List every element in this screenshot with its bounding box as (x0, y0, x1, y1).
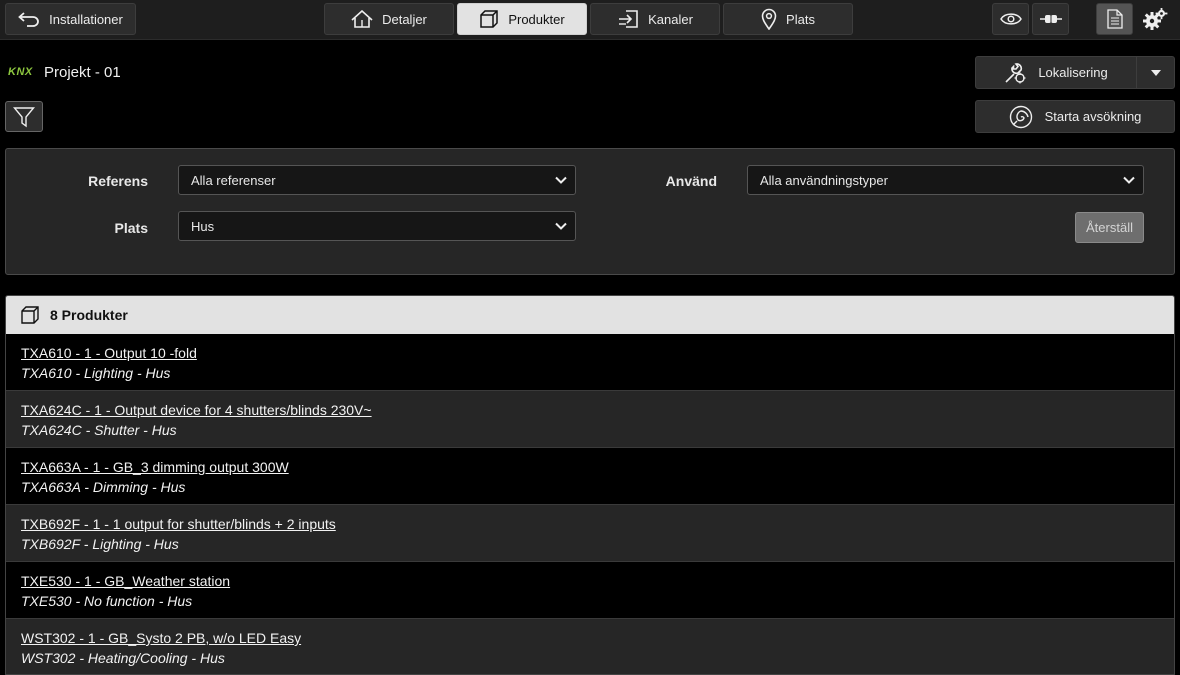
localize-label: Lokalisering (1038, 65, 1108, 80)
reference-select[interactable]: Alla referenser (178, 165, 576, 195)
eye-icon (999, 12, 1022, 26)
report-button[interactable] (1096, 3, 1133, 35)
product-list: 8 Produkter TXA610 - 1 - Output 10 -fold… (5, 295, 1175, 675)
reference-filter-label: Referens (88, 173, 148, 189)
tab-details-label: Detaljer (382, 11, 427, 27)
back-to-installations-button[interactable]: Installationer (5, 3, 136, 35)
product-title-link[interactable]: TXB692F - 1 - 1 output for shutter/blind… (21, 516, 1174, 532)
cable-plug-icon (1039, 12, 1063, 26)
product-subtitle: TXB692F - Lighting - Hus (21, 536, 179, 552)
product-subtitle: WST302 - Heating/Cooling - Hus (21, 650, 225, 666)
scan-spiral-icon (1009, 105, 1033, 129)
product-subtitle: TXA610 - Lighting - Hus (21, 365, 171, 381)
list-item[interactable]: TXE530 - 1 - GB_Weather station TXE530 -… (6, 562, 1174, 619)
localize-dropdown-button[interactable] (1136, 56, 1175, 89)
chevron-down-icon (554, 173, 568, 190)
wrench-locate-icon (1004, 62, 1026, 84)
tab-products[interactable]: Produkter (457, 3, 587, 35)
product-title-link[interactable]: TXA663A - 1 - GB_3 dimming output 300W (21, 459, 1174, 475)
product-title-link[interactable]: TXA624C - 1 - Output device for 4 shutte… (21, 402, 1174, 418)
product-subtitle: TXE530 - No function - Hus (21, 593, 193, 609)
filter-toggle-button[interactable] (5, 101, 43, 132)
list-item[interactable]: WST302 - 1 - GB_Systo 2 PB, w/o LED Easy… (6, 619, 1174, 674)
start-scan-label: Starta avsökning (1044, 109, 1142, 124)
channel-enter-icon (617, 9, 639, 29)
filter-panel: Referens Alla referenser Använd Alla anv… (5, 148, 1175, 275)
tab-location[interactable]: Plats (723, 3, 853, 35)
list-item[interactable]: TXA610 - 1 - Output 10 -fold TXA610 - Li… (6, 334, 1174, 391)
box-icon (479, 9, 499, 29)
list-item[interactable]: TXA663A - 1 - GB_3 dimming output 300W T… (6, 448, 1174, 505)
start-scan-button[interactable]: Starta avsökning (975, 100, 1175, 133)
reference-select-value: Alla referenser (191, 172, 276, 188)
use-filter-label: Använd (665, 173, 717, 189)
back-arrow-icon (18, 11, 40, 27)
product-title-link[interactable]: WST302 - 1 - GB_Systo 2 PB, w/o LED Easy (21, 630, 1174, 646)
location-pin-icon (761, 8, 777, 30)
settings-button[interactable] (1136, 3, 1173, 35)
project-name: Projekt - 01 (44, 64, 121, 81)
tab-details[interactable]: Detaljer (324, 3, 454, 35)
product-title-link[interactable]: TXA610 - 1 - Output 10 -fold (21, 345, 1174, 361)
localize-button[interactable]: Lokalisering (975, 56, 1137, 89)
knx-logo: KNX (8, 66, 33, 78)
product-subtitle: TXA624C - Shutter - Hus (21, 422, 177, 438)
back-button-label: Installationer (49, 11, 123, 27)
use-type-select[interactable]: Alla användningstyper (747, 165, 1144, 195)
location-filter-label: Plats (114, 220, 148, 236)
gears-icon (1142, 7, 1168, 31)
location-select[interactable]: Hus (178, 211, 576, 241)
list-item[interactable]: TXA624C - 1 - Output device for 4 shutte… (6, 391, 1174, 448)
use-type-select-value: Alla användningstyper (760, 172, 888, 188)
reset-filters-button[interactable]: Återställ (1075, 212, 1144, 243)
house-icon (351, 10, 373, 28)
product-title-link[interactable]: TXE530 - 1 - GB_Weather station (21, 573, 1174, 589)
tab-products-label: Produkter (508, 11, 565, 27)
connection-button[interactable] (1032, 3, 1069, 35)
document-icon (1106, 9, 1123, 29)
product-list-header: 8 Produkter (6, 296, 1174, 334)
chevron-down-icon (1122, 173, 1136, 190)
product-rows: TXA610 - 1 - Output 10 -fold TXA610 - Li… (6, 334, 1174, 674)
product-subtitle: TXA663A - Dimming - Hus (21, 479, 186, 495)
tab-location-label: Plats (786, 11, 815, 27)
chevron-down-icon (554, 219, 568, 236)
tab-channels-label: Kanaler (648, 11, 693, 27)
view-toggle-button[interactable] (992, 3, 1029, 35)
tab-channels[interactable]: Kanaler (590, 3, 720, 35)
location-select-value: Hus (191, 218, 215, 234)
product-count: 8 Produkter (50, 307, 128, 323)
filter-funnel-icon (13, 106, 35, 128)
list-item[interactable]: TXB692F - 1 - 1 output for shutter/blind… (6, 505, 1174, 562)
box-icon (20, 305, 40, 325)
caret-down-icon (1150, 69, 1161, 76)
top-bar: Installationer Detaljer Produkter Kanale… (0, 0, 1180, 40)
